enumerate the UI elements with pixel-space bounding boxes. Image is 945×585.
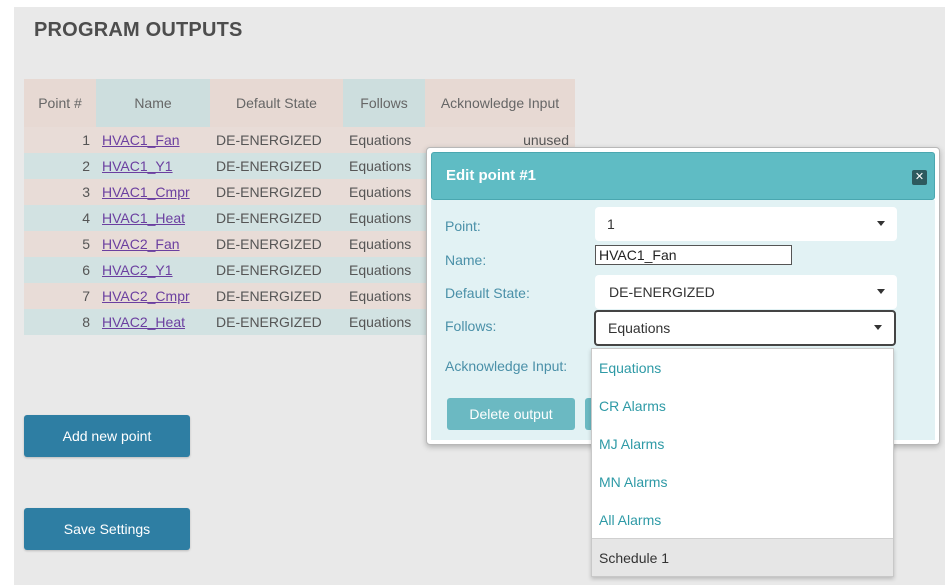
point-name-cell: HVAC2_Cmpr [96,283,210,309]
point-name-link[interactable]: HVAC2_Fan [102,236,180,252]
point-select[interactable]: 1 [595,207,897,241]
col-header-acknowledge-input: Acknowledge Input [425,79,575,127]
follows-cell: Equations [343,283,425,309]
follows-cell: Equations [343,153,425,179]
dropdown-option-highlighted[interactable]: Schedule 1 [592,538,893,576]
follows-dropdown-list: Equations CR Alarms MJ Alarms MN Alarms … [591,348,894,577]
point-number: 7 [24,283,96,309]
point-name-link[interactable]: HVAC1_Y1 [102,158,173,174]
follows-select[interactable]: Equations [594,310,896,346]
point-name-cell: HVAC1_Cmpr [96,179,210,205]
point-number: 2 [24,153,96,179]
default-state-cell: DE-ENERGIZED [210,283,343,309]
dropdown-option[interactable]: CR Alarms [592,387,893,425]
chevron-down-icon [877,289,885,294]
point-number: 8 [24,309,96,335]
dropdown-option[interactable]: MJ Alarms [592,425,893,463]
point-name-cell: HVAC2_Fan [96,231,210,257]
acknowledge-input-label: Acknowledge Input: [445,358,568,374]
save-settings-button[interactable]: Save Settings [24,508,190,550]
follows-cell: Equations [343,257,425,283]
follows-cell: Equations [343,205,425,231]
name-label: Name: [445,252,487,268]
point-number: 5 [24,231,96,257]
point-name-cell: HVAC1_Fan [96,127,210,153]
point-name-cell: HVAC1_Y1 [96,153,210,179]
default-state-cell: DE-ENERGIZED [210,127,343,153]
default-state-cell: DE-ENERGIZED [210,231,343,257]
default-state-cell: DE-ENERGIZED [210,309,343,335]
point-number: 1 [24,127,96,153]
chevron-down-icon [877,221,885,226]
follows-select-value: Equations [608,320,671,336]
chevron-down-icon [874,325,882,330]
point-name-link[interactable]: HVAC2_Heat [102,314,185,330]
point-name-cell: HVAC2_Heat [96,309,210,335]
point-name-link[interactable]: HVAC1_Cmpr [102,184,190,200]
close-x-icon[interactable]: ✕ [912,170,927,185]
col-header-follows: Follows [343,79,425,127]
table-header-row: Point # Name Default State Follows Ackno… [24,79,575,127]
point-number: 4 [24,205,96,231]
col-header-point-num: Point # [24,79,96,127]
dropdown-option[interactable]: Equations [592,349,893,387]
point-name-cell: HVAC2_Y1 [96,257,210,283]
point-name-link[interactable]: HVAC2_Cmpr [102,288,190,304]
page-title: PROGRAM OUTPUTS [34,19,243,41]
default-state-cell: DE-ENERGIZED [210,179,343,205]
delete-output-button[interactable]: Delete output [447,398,575,430]
default-state-label: Default State: [445,285,530,301]
follows-cell: Equations [343,309,425,335]
default-state-select[interactable]: DE-ENERGIZED [595,275,897,309]
dialog-title: Edit point #1 [446,167,536,184]
default-state-cell: DE-ENERGIZED [210,205,343,231]
point-number: 6 [24,257,96,283]
add-new-point-button[interactable]: Add new point [24,415,190,457]
dialog-header: Edit point #1 ✕ [431,152,935,200]
col-header-name: Name [96,79,210,127]
dropdown-option[interactable]: All Alarms [592,501,893,539]
name-field[interactable] [595,245,792,265]
point-label: Point: [445,218,481,234]
point-name-link[interactable]: HVAC1_Heat [102,210,185,226]
point-name-cell: HVAC1_Heat [96,205,210,231]
follows-cell: Equations [343,127,425,153]
default-state-select-value: DE-ENERGIZED [609,284,715,300]
follows-cell: Equations [343,231,425,257]
dropdown-option[interactable]: MN Alarms [592,463,893,501]
default-state-cell: DE-ENERGIZED [210,257,343,283]
default-state-cell: DE-ENERGIZED [210,153,343,179]
col-header-default-state: Default State [210,79,343,127]
point-select-value: 1 [607,216,615,232]
follows-label: Follows: [445,318,497,334]
point-number: 3 [24,179,96,205]
point-name-link[interactable]: HVAC2_Y1 [102,262,173,278]
point-name-link[interactable]: HVAC1_Fan [102,132,180,148]
follows-cell: Equations [343,179,425,205]
